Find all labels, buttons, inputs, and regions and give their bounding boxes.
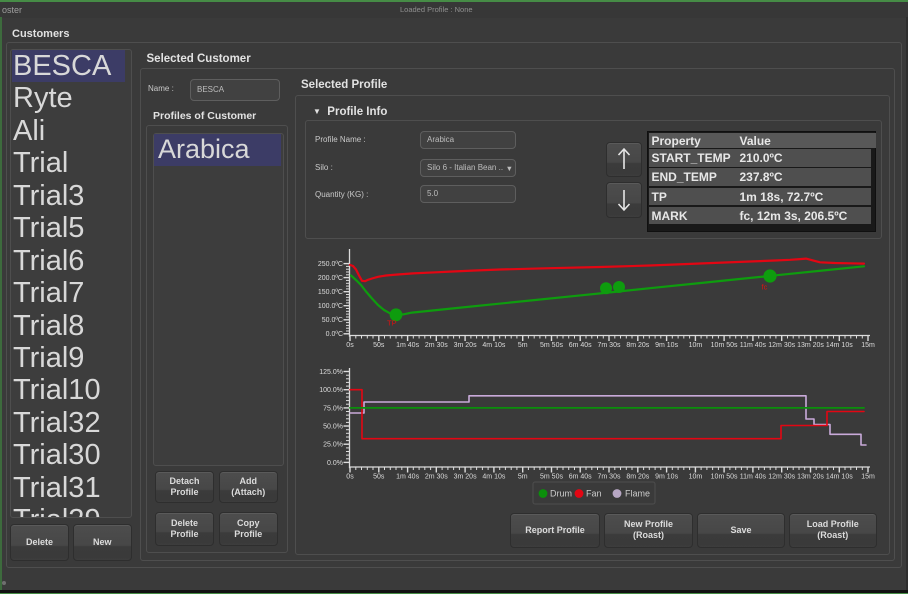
svg-text:12m 30s: 12m 30s: [768, 342, 795, 349]
svg-text:Fan: Fan: [586, 489, 602, 499]
svg-text:3m 20s: 3m 20s: [454, 474, 477, 481]
svg-text:0s: 0s: [346, 342, 354, 349]
svg-text:3m 20s: 3m 20s: [454, 342, 477, 349]
svg-text:100.0ºC: 100.0ºC: [318, 303, 343, 310]
svg-text:75.0%: 75.0%: [323, 405, 343, 412]
svg-text:4m 10s: 4m 10s: [482, 342, 505, 349]
svg-text:0.0ºC: 0.0ºC: [326, 331, 343, 338]
svg-text:9m 10s: 9m 10s: [655, 474, 678, 481]
svg-text:50.0%: 50.0%: [323, 423, 343, 430]
svg-text:5m 50s: 5m 50s: [540, 342, 563, 349]
svg-text:100.0%: 100.0%: [319, 387, 343, 394]
svg-text:2m 30s: 2m 30s: [425, 474, 448, 481]
svg-text:10m 50s: 10m 50s: [711, 342, 738, 349]
svg-text:5m: 5m: [518, 474, 528, 481]
svg-text:125.0%: 125.0%: [319, 369, 343, 376]
svg-text:50s: 50s: [373, 474, 385, 481]
svg-text:50s: 50s: [373, 342, 385, 349]
svg-text:13m 20s: 13m 20s: [797, 474, 824, 481]
svg-text:Drum: Drum: [550, 489, 572, 499]
svg-text:10m: 10m: [689, 342, 703, 349]
svg-text:5m 50s: 5m 50s: [540, 474, 563, 481]
svg-text:6m 40s: 6m 40s: [569, 474, 592, 481]
svg-text:10m 50s: 10m 50s: [711, 474, 738, 481]
svg-text:7m 30s: 7m 30s: [598, 474, 621, 481]
svg-text:1m 40s: 1m 40s: [396, 342, 419, 349]
svg-text:15m: 15m: [861, 474, 875, 481]
svg-text:5m: 5m: [518, 342, 528, 349]
svg-text:11m 40s: 11m 40s: [740, 474, 767, 481]
svg-text:1m 40s: 1m 40s: [396, 474, 419, 481]
svg-text:TP: TP: [387, 319, 397, 328]
svg-text:13m 20s: 13m 20s: [797, 342, 824, 349]
svg-text:Flame: Flame: [625, 489, 650, 499]
svg-text:25.0%: 25.0%: [323, 442, 343, 449]
svg-text:8m 20s: 8m 20s: [626, 474, 649, 481]
svg-text:0s: 0s: [346, 474, 354, 481]
svg-text:4m 10s: 4m 10s: [482, 474, 505, 481]
svg-text:14m 10s: 14m 10s: [826, 342, 853, 349]
svg-text:10m: 10m: [689, 474, 703, 481]
svg-text:2m 30s: 2m 30s: [425, 342, 448, 349]
svg-text:6m 40s: 6m 40s: [569, 342, 592, 349]
svg-text:14m 10s: 14m 10s: [826, 474, 853, 481]
svg-text:8m 20s: 8m 20s: [626, 342, 649, 349]
svg-text:fc: fc: [762, 283, 768, 292]
svg-text:50.0ºC: 50.0ºC: [322, 317, 343, 324]
svg-text:150.0ºC: 150.0ºC: [318, 289, 343, 296]
svg-text:250.0ºC: 250.0ºC: [318, 261, 343, 268]
svg-text:11m 40s: 11m 40s: [740, 342, 767, 349]
svg-text:0.0%: 0.0%: [327, 460, 343, 467]
svg-text:15m: 15m: [861, 342, 875, 349]
svg-text:12m 30s: 12m 30s: [768, 474, 795, 481]
svg-text:200.0ºC: 200.0ºC: [318, 275, 343, 282]
svg-text:9m 10s: 9m 10s: [655, 342, 678, 349]
svg-text:7m 30s: 7m 30s: [598, 342, 621, 349]
